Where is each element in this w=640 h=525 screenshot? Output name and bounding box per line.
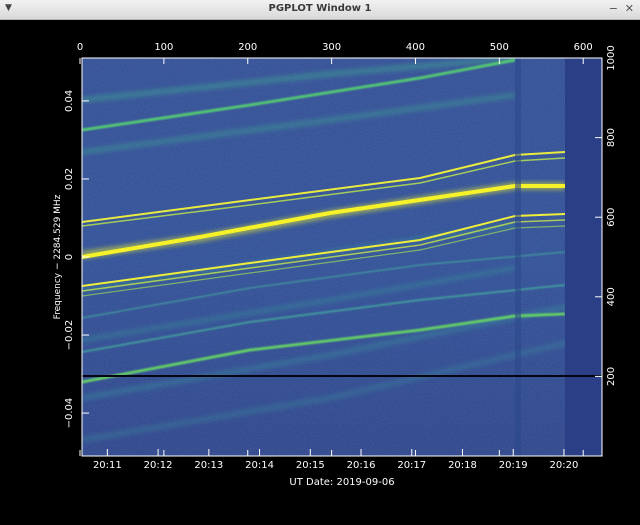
left-tick-label: 0 [64,254,75,260]
bottom-tick-label: 20:17 [397,460,426,471]
spectrogram-plot: 0 100 200 300 400 500 600 20:11 20:12 20:13 20:14 2… [53,42,617,488]
right-tick-label: 600 [606,208,617,227]
bottom-tick-label: 20:20 [550,460,579,471]
top-tick-label: 400 [406,42,425,53]
bottom-tick-label: 20:16 [347,460,376,471]
bottom-tick-label: 20:12 [144,460,173,471]
left-tick-label: 0.02 [64,168,75,190]
bottom-tick-label: 20:14 [245,460,274,471]
top-tick-label: 100 [154,42,173,53]
right-tick-label: 800 [606,128,617,147]
top-tick-label: 200 [238,42,257,53]
bottom-tick-label: 20:18 [448,460,477,471]
minimize-icon[interactable]: − [609,2,618,16]
window-title: PGPLOT Window 1 [268,3,372,14]
top-tick-label: 600 [574,42,593,53]
right-tick-label: 400 [606,287,617,306]
bottom-tick-label: 20:13 [194,460,223,471]
right-tick-label: 200 [606,367,617,386]
left-tick-label: −0.04 [64,398,75,429]
bottom-tick-label: 20:19 [499,460,528,471]
right-tick-label: 1000 [606,45,617,70]
top-tick-label: 500 [490,42,509,53]
bottom-tick-label: 20:15 [296,460,325,471]
x-axis-label: UT Date: 2019-09-06 [289,477,394,488]
reference-line [82,375,602,377]
top-tick-label: 0 [77,42,83,53]
bottom-tick-label: 20:11 [93,460,122,471]
left-tick-label: 0.04 [64,90,75,112]
top-tick-label: 300 [322,42,341,53]
y-axis-label: Frequency − 2284.529 MHz [53,194,63,319]
data-gap [515,58,521,456]
title-bar[interactable]: ▼ PGPLOT Window 1 − ✕ [0,0,640,20]
left-tick-label: −0.02 [64,320,75,351]
data-gap [565,58,602,456]
close-icon[interactable]: ✕ [625,2,634,16]
plot-canvas: 0 100 200 300 400 500 600 20:11 20:12 20:13 20:14 2… [0,20,640,521]
